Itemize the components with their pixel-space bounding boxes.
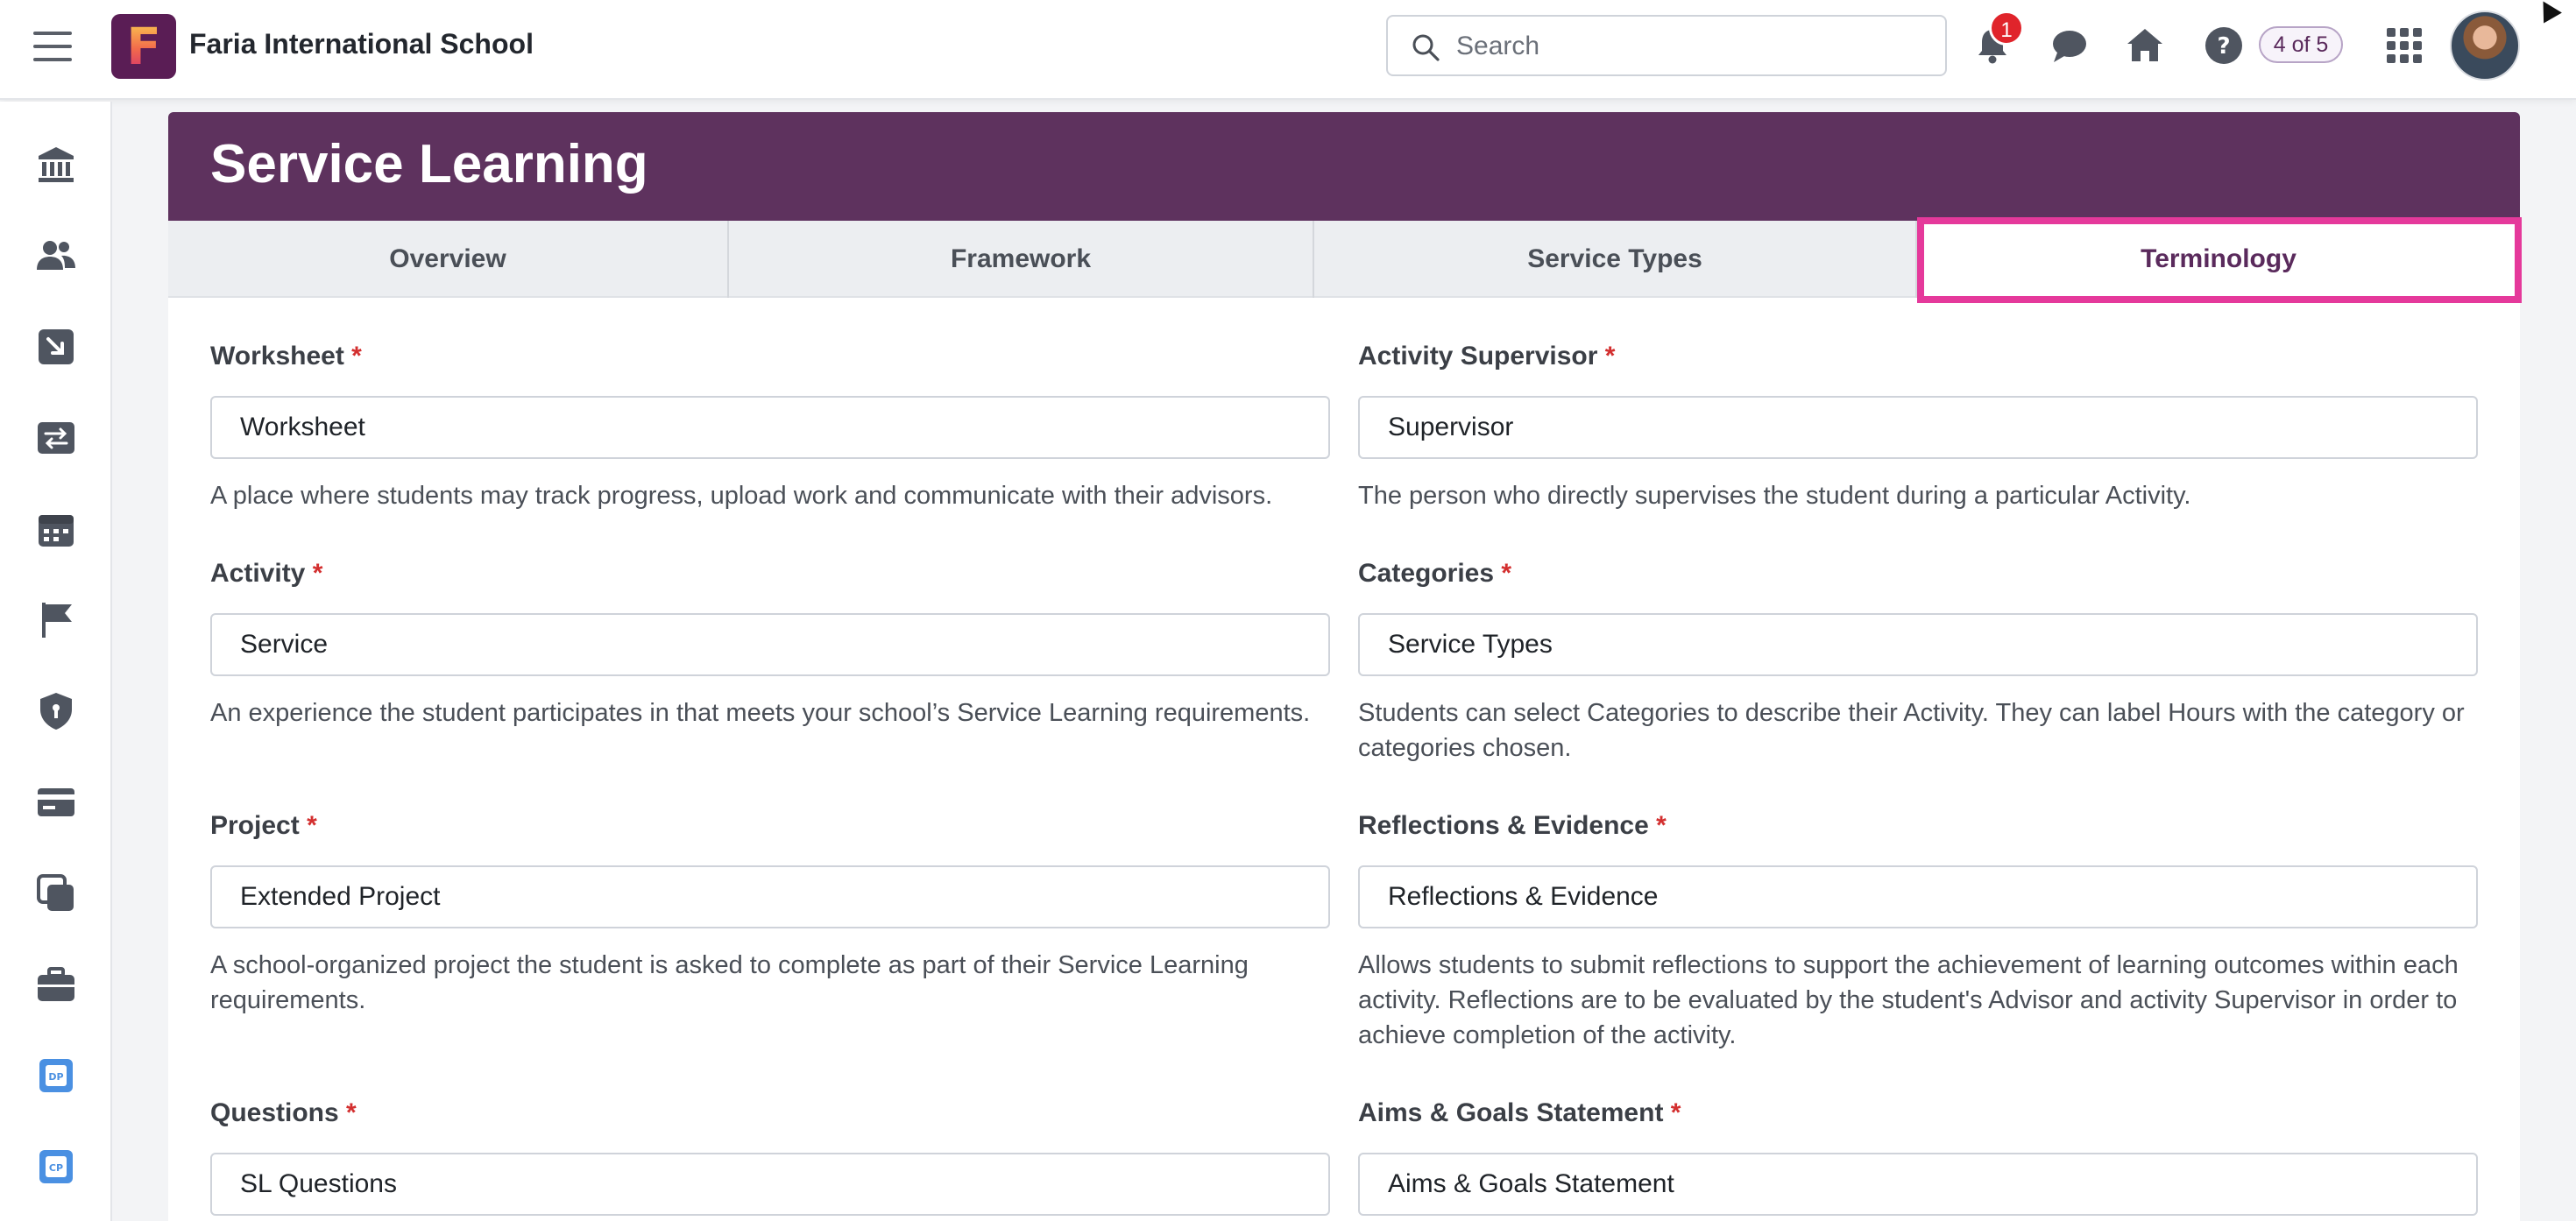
search-box[interactable] (1386, 15, 1947, 76)
project-help: A school-organized project the student i… (210, 951, 1249, 1014)
worksheet-help: A place where students may track progres… (210, 482, 1273, 510)
questions-label: Questions * (210, 1098, 357, 1128)
dp-icon[interactable]: DP (35, 1055, 77, 1097)
categories-input[interactable] (1358, 613, 2478, 676)
project-label: Project * (210, 811, 317, 841)
tab-terminology[interactable]: Terminology (1917, 221, 2520, 298)
categories-label: Categories * (1358, 559, 1511, 589)
tab-framework[interactable]: Framework (729, 221, 1314, 298)
copy-icon[interactable] (35, 872, 77, 914)
chat-icon[interactable] (2049, 25, 2091, 67)
project-input[interactable] (210, 865, 1330, 928)
cp-icon[interactable]: CP (35, 1146, 77, 1188)
required-mark: * (1670, 1098, 1681, 1127)
briefcase-icon[interactable] (35, 963, 77, 1006)
worksheet-label: Worksheet * (210, 342, 362, 371)
required-mark: * (1501, 559, 1512, 588)
svg-text:DP: DP (48, 1071, 63, 1083)
project-label-text: Project (210, 811, 300, 840)
required-mark: * (1604, 342, 1616, 371)
required-mark: * (351, 342, 362, 371)
worksheet-input[interactable] (210, 396, 1330, 459)
reflections-input[interactable] (1358, 865, 2478, 928)
required-mark: * (312, 559, 323, 588)
questions-input[interactable] (210, 1153, 1330, 1216)
activity-supervisor-label: Activity Supervisor * (1358, 342, 1615, 371)
activity-supervisor-input[interactable] (1358, 396, 2478, 459)
activity-help: An experience the student participates i… (210, 699, 1311, 727)
tab-overview[interactable]: Overview (168, 221, 729, 298)
aims-goals-label-text: Aims & Goals Statement (1358, 1098, 1664, 1127)
activity-label: Activity * (210, 559, 322, 589)
search-icon (1412, 34, 1440, 61)
categories-label-text: Categories (1358, 559, 1495, 588)
school-name[interactable]: Faria International School (189, 28, 534, 60)
categories-help: Students can select Categories to descri… (1358, 699, 2465, 762)
aims-goals-label: Aims & Goals Statement * (1358, 1098, 1681, 1128)
required-mark: * (307, 811, 317, 840)
logo-letter: F (126, 17, 161, 76)
shield-icon[interactable] (35, 690, 77, 732)
reflections-help: Allows students to submit reflections to… (1358, 951, 2459, 1049)
tab-service-types[interactable]: Service Types (1314, 221, 1917, 298)
left-sidebar: DP CP (0, 102, 112, 1221)
page-banner: Service Learning (168, 112, 2520, 221)
institution-icon[interactable] (35, 144, 77, 186)
notification-badge: 1 (1989, 11, 2024, 46)
menu-icon[interactable] (33, 32, 72, 67)
exchange-icon[interactable] (35, 417, 77, 459)
service-learning-card: Service Learning Overview Framework Serv… (168, 112, 2520, 1221)
activity-supervisor-help: The person who directly supervises the s… (1358, 482, 2191, 510)
search-input[interactable] (1456, 25, 1929, 67)
help-icon[interactable]: ? (2203, 25, 2245, 67)
svg-text:?: ? (2217, 33, 2230, 60)
school-logo[interactable]: F (111, 14, 176, 79)
required-mark: * (1656, 811, 1667, 840)
activity-input[interactable] (210, 613, 1330, 676)
card-icon[interactable] (35, 781, 77, 823)
people-icon[interactable] (35, 235, 77, 277)
questions-label-text: Questions (210, 1098, 339, 1127)
aims-goals-input[interactable] (1358, 1153, 2478, 1216)
worksheet-label-text: Worksheet (210, 342, 344, 371)
page-counter[interactable]: 4 of 5 (2259, 26, 2343, 63)
activity-label-text: Activity (210, 559, 306, 588)
top-bar: F Faria International School 1 ? 4 of 5 (0, 0, 2576, 100)
home-icon[interactable] (2124, 25, 2166, 67)
calendar-icon[interactable] (35, 508, 77, 550)
activity-supervisor-label-text: Activity Supervisor (1358, 342, 1598, 371)
user-avatar[interactable] (2450, 11, 2520, 81)
reflections-label: Reflections & Evidence * (1358, 811, 1667, 841)
flag-icon[interactable] (35, 599, 77, 641)
page-title: Service Learning (210, 134, 648, 194)
reflections-label-text: Reflections & Evidence (1358, 811, 1649, 840)
apps-grid-icon[interactable] (2383, 25, 2425, 67)
svg-text:CP: CP (49, 1162, 63, 1174)
tab-bar: Overview Framework Service Types Termino… (168, 221, 2520, 298)
arrow-in-icon[interactable] (35, 326, 77, 368)
required-mark: * (346, 1098, 357, 1127)
